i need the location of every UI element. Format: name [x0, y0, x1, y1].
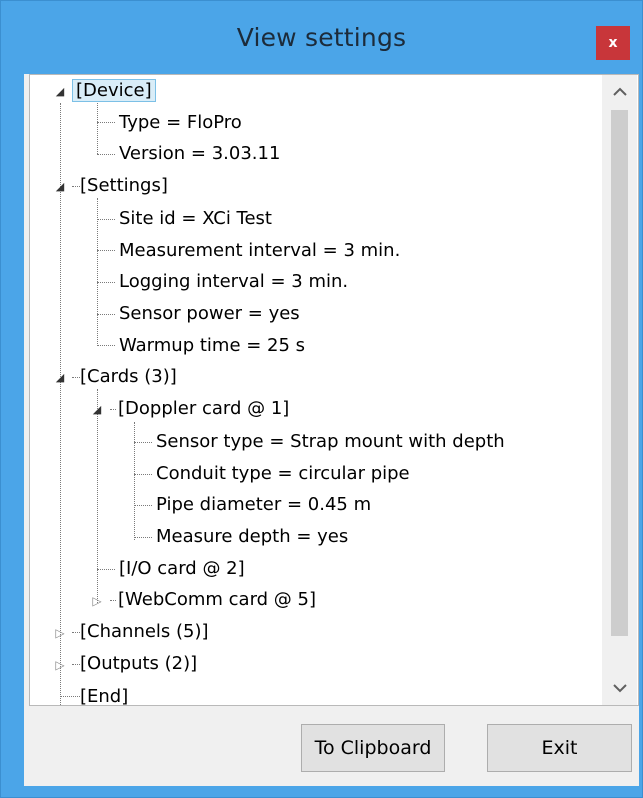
expand-toggle-icon[interactable]: ◢	[53, 363, 67, 393]
tree-node-label: [WebComm card @ 5]	[118, 589, 316, 610]
tree-node-doppler-card[interactable]: [Doppler card @ 1]	[114, 394, 293, 424]
tree-line	[134, 474, 152, 475]
tree-node-label: [End]	[80, 686, 129, 706]
tree-node-label: [Outputs (2)]	[80, 653, 198, 674]
vertical-scrollbar[interactable]	[602, 75, 637, 705]
tree-item-type[interactable]: Type = FloPro	[115, 108, 246, 138]
tree-item-sensor-power[interactable]: Sensor power = yes	[115, 299, 304, 329]
tree-item-label: Type = FloPro	[119, 112, 242, 133]
tree-line	[97, 250, 115, 251]
tree-item-measurement-interval[interactable]: Measurement interval = 3 min.	[115, 236, 404, 266]
tree-node-label: [Doppler card @ 1]	[118, 398, 290, 419]
tree-line	[97, 282, 115, 283]
tree-item-label: Sensor type = Strap mount with depth	[156, 431, 505, 452]
tree-node-cards[interactable]: [Cards (3)]	[76, 362, 181, 392]
tree-node-device[interactable]: [Device]	[72, 76, 156, 106]
scroll-up-icon[interactable]	[602, 75, 637, 109]
tree-line	[134, 442, 152, 443]
tree-item-label: Measure depth = yes	[156, 526, 349, 547]
tree-node-io-card[interactable]: [I/O card @ 2]	[115, 554, 249, 584]
tree-node-label: [Channels (5)]	[80, 621, 209, 642]
tree-node-label: [Settings]	[80, 175, 168, 196]
tree-node-label: [Device]	[72, 79, 156, 102]
tree-item-label: Pipe diameter = 0.45 m	[156, 494, 372, 515]
expand-toggle-icon[interactable]: ◢	[53, 172, 67, 202]
tree-line	[97, 345, 115, 346]
tree-node-webcomm-card[interactable]: [WebComm card @ 5]	[114, 585, 320, 615]
tree-item-warmup-time[interactable]: Warmup time = 25 s	[115, 331, 309, 361]
tree-item-label: Sensor power = yes	[119, 303, 300, 324]
tree-line	[97, 122, 115, 123]
tree-item-site-id[interactable]: Site id = XCi Test	[115, 204, 276, 234]
tree-node-channels[interactable]: [Channels (5)]	[76, 617, 213, 647]
tree-item-label: Warmup time = 25 s	[119, 335, 306, 356]
scroll-down-icon[interactable]	[602, 671, 637, 705]
tree-item-logging-interval[interactable]: Logging interval = 3 min.	[115, 267, 352, 297]
tree-line	[134, 537, 152, 538]
tree-line	[97, 219, 115, 220]
tree-line	[134, 505, 152, 506]
tree-item-label: Measurement interval = 3 min.	[119, 240, 401, 261]
tree-item-pipe-diameter[interactable]: Pipe diameter = 0.45 m	[152, 490, 375, 520]
collapse-toggle-icon[interactable]: ▷	[53, 650, 67, 680]
tree-item-label: Logging interval = 3 min.	[119, 271, 349, 292]
expand-toggle-icon[interactable]: ◢	[90, 395, 104, 425]
tree-node-label: [I/O card @ 2]	[119, 558, 245, 579]
title-bar: View settings x	[1, 1, 642, 74]
tree-line	[97, 314, 115, 315]
tree-item-measure-depth[interactable]: Measure depth = yes	[152, 522, 352, 552]
tree-item-label: Conduit type = circular pipe	[156, 463, 410, 484]
tree-node-outputs[interactable]: [Outputs (2)]	[76, 649, 201, 679]
tree-line	[97, 154, 115, 155]
collapse-toggle-icon[interactable]: ▷	[53, 618, 67, 648]
collapse-toggle-icon[interactable]: ▷	[90, 586, 104, 616]
to-clipboard-button[interactable]: To Clipboard	[301, 724, 445, 772]
tree-item-conduit-type[interactable]: Conduit type = circular pipe	[152, 459, 414, 489]
settings-tree[interactable]: ◢ [Device] Type = FloPro Version = 3.03.…	[29, 74, 639, 706]
tree-item-version[interactable]: Version = 3.03.11	[115, 139, 284, 169]
view-settings-window: View settings x ◢ [Device] Type = FloPro…	[0, 0, 643, 798]
exit-button[interactable]: Exit	[487, 724, 632, 772]
close-button[interactable]: x	[596, 26, 630, 60]
tree-node-settings[interactable]: [Settings]	[76, 171, 172, 201]
tree-node-label: [Cards (3)]	[80, 366, 177, 387]
tree-line	[97, 101, 98, 154]
tree-line	[97, 569, 115, 570]
window-title: View settings	[236, 23, 407, 52]
tree-item-label: Version = 3.03.11	[119, 143, 281, 164]
tree-line	[134, 422, 135, 540]
dialog-body: ◢ [Device] Type = FloPro Version = 3.03.…	[24, 74, 639, 786]
tree-item-label: Site id = XCi Test	[119, 208, 272, 229]
tree-item-sensor-type[interactable]: Sensor type = Strap mount with depth	[152, 427, 509, 457]
tree-node-end[interactable]: [End]	[76, 682, 132, 706]
scrollbar-thumb[interactable]	[611, 110, 628, 636]
expand-toggle-icon[interactable]: ◢	[53, 77, 67, 107]
